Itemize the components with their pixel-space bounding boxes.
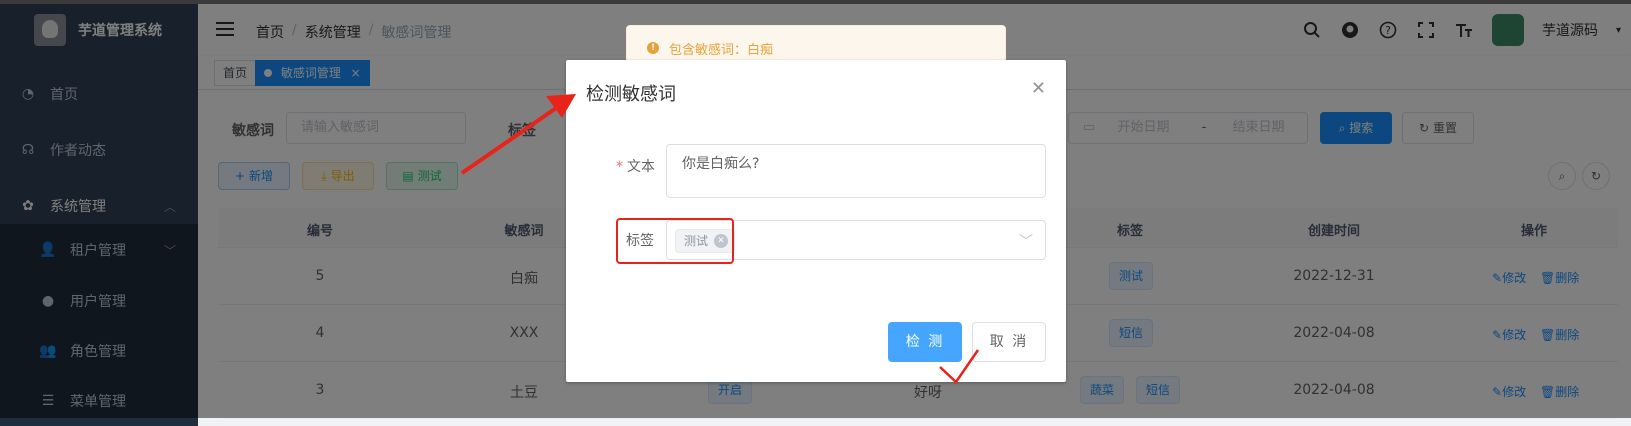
chevron-down-icon[interactable]: ﹀ <box>1019 231 1033 251</box>
close-icon[interactable]: ✕ <box>1031 78 1046 99</box>
warning-icon: ! <box>647 42 659 54</box>
text-field-label: * 文本 <box>616 159 655 175</box>
text-input[interactable]: 你是白痴么? <box>666 144 1046 198</box>
annotation-highlight-box <box>616 218 734 264</box>
window-top-border <box>0 0 1631 4</box>
cancel-button[interactable]: 取 消 <box>972 322 1046 362</box>
check-sensitive-word-dialog: 检测敏感词 ✕ * 文本 你是白痴么? 标签 测试 ✕ ﹀ 检 测 取 消 <box>566 60 1066 382</box>
check-button[interactable]: 检 测 <box>888 322 962 362</box>
dialog-title: 检测敏感词 <box>586 84 676 105</box>
warning-message-text: 包含敏感词：白痴 <box>669 42 774 58</box>
